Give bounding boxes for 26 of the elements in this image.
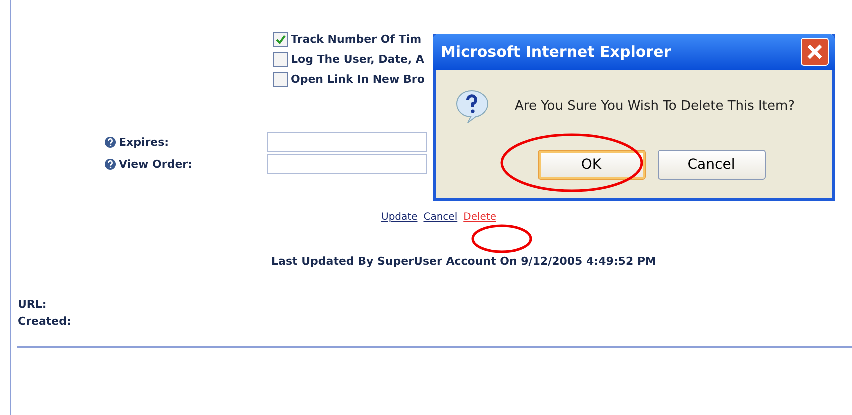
dialog-button[interactable]: Cancel (658, 150, 766, 180)
info-label: URL: (18, 298, 48, 311)
question-bubble-icon (454, 88, 490, 124)
action-link[interactable]: Update (382, 212, 418, 223)
field-label: View Order: (119, 158, 192, 170)
action-link[interactable]: Delete (464, 212, 496, 223)
close-icon (807, 44, 823, 60)
help-icon[interactable] (105, 136, 116, 148)
dialog-title: Microsoft Internet Explorer (441, 43, 672, 61)
close-button[interactable] (801, 38, 829, 66)
action-link[interactable]: Cancel (424, 212, 458, 223)
input-field[interactable] (267, 154, 427, 174)
dialog-message: Are You Sure You Wish To Delete This Item? (515, 98, 796, 114)
option-label: Log The User, Date, A (291, 53, 424, 66)
last-updated-text: Last Updated By SuperUser Account On 9/12/2005 4:49:52 PM (270, 255, 658, 268)
option-label: Track Number Of Tim (291, 33, 422, 46)
field-label: Expires: (119, 136, 170, 148)
input-field[interactable] (267, 132, 427, 152)
info-label: Created: (18, 315, 72, 328)
checkbox[interactable] (273, 32, 288, 47)
checkbox[interactable] (273, 72, 288, 87)
dialog-button[interactable]: OK (538, 150, 646, 180)
help-icon[interactable] (105, 158, 116, 170)
checkbox[interactable] (273, 52, 288, 67)
highlight-ellipse (471, 224, 533, 254)
option-label: Open Link In New Bro (291, 73, 425, 86)
